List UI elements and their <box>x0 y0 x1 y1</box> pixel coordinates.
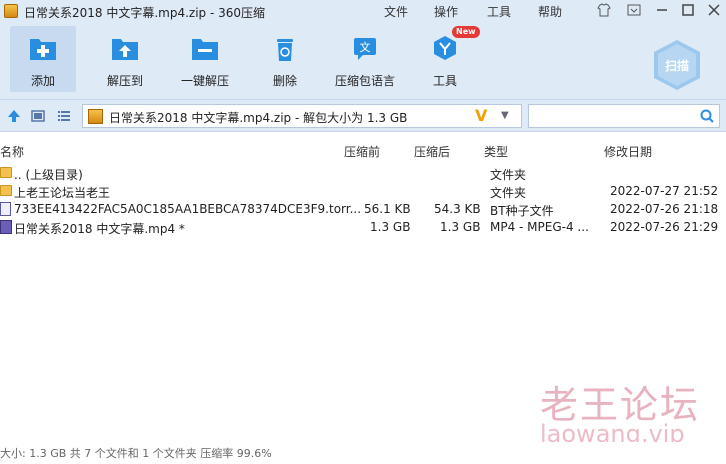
delete-button[interactable]: 删除 <box>252 26 318 92</box>
language-button[interactable]: 文 压缩包语言 <box>332 26 398 92</box>
search-icon[interactable] <box>699 108 715 124</box>
extract-to-button[interactable]: 解压到 <box>92 26 158 92</box>
extract-to-icon <box>112 39 138 60</box>
tools-button[interactable]: New 工具 <box>412 26 480 92</box>
file-size-before: 56.1 KB <box>364 202 411 216</box>
file-row[interactable]: 日常关系2018 中文字幕.mp4 * 1.3 GB 1.3 GB MP4 - … <box>0 218 726 236</box>
status-text: 大小: 1.3 GB 共 7 个文件和 1 个文件夹 压缩率 99.6% <box>0 447 272 460</box>
settings-icon[interactable] <box>626 3 642 19</box>
one-click-extract-button[interactable]: 一键解压 <box>172 26 238 92</box>
path-text: 日常关系2018 中文字幕.mp4.zip - 解包大小为 1.3 GB <box>109 111 408 125</box>
delete-label: 删除 <box>272 74 297 88</box>
file-row[interactable]: 733EE413422FAC5A0C185AA1BEBCA78374DCE3F9… <box>0 200 726 218</box>
list-view-icon[interactable] <box>56 108 72 124</box>
thumbnail-view-icon[interactable] <box>30 108 46 124</box>
folder-icon <box>0 167 12 178</box>
file-name: 上老王论坛当老王 <box>14 186 111 200</box>
up-arrow-icon[interactable] <box>6 108 22 124</box>
file-date: 2022-07-26 21:29 <box>610 220 719 234</box>
file-row[interactable]: 上老王论坛当老王 文件夹 2022-07-27 21:52 <box>0 182 726 200</box>
navigation-bar: 日常关系2018 中文字幕.mp4.zip - 解包大小为 1.3 GB V ▼ <box>0 100 726 132</box>
minimize-icon[interactable] <box>654 3 670 19</box>
header-name[interactable]: 名称 <box>0 143 24 160</box>
title-bar: 日常关系2018 中文字幕.mp4.zip - 360压缩 文件 操作 工具 帮… <box>0 0 726 22</box>
extract-to-label: 解压到 <box>106 74 143 88</box>
tools-label: 工具 <box>432 74 457 88</box>
toolbar: 添加 解压到 一键解压 删除 文 压缩包语言 New 工具 扫描 <box>0 22 726 100</box>
menu-operation[interactable]: 操作 <box>434 3 458 20</box>
v-icon[interactable]: V <box>475 106 487 125</box>
delete-icon <box>277 39 293 61</box>
header-type[interactable]: 类型 <box>484 143 508 160</box>
maximize-icon[interactable] <box>680 3 696 19</box>
file-name: .. (上级目录) <box>14 168 83 182</box>
torrent-file-icon <box>0 202 11 216</box>
file-size-after: 54.3 KB <box>434 202 481 216</box>
scan-label: 扫描 <box>664 59 689 73</box>
header-size-after[interactable]: 压缩后 <box>414 143 450 160</box>
file-size-after: 1.3 GB <box>440 220 481 234</box>
menu-file[interactable]: 文件 <box>384 3 408 20</box>
new-badge: New <box>452 26 480 38</box>
file-name: 日常关系2018 中文字幕.mp4 * <box>14 222 185 236</box>
file-type: MP4 - MPEG-4 ... <box>490 220 589 234</box>
window-title: 日常关系2018 中文字幕.mp4.zip - 360压缩 <box>24 6 266 20</box>
svg-text:文: 文 <box>360 40 371 54</box>
skin-icon[interactable] <box>596 3 612 19</box>
language-icon: 文 <box>354 38 376 60</box>
folder-icon <box>0 185 12 196</box>
close-icon[interactable] <box>706 3 722 19</box>
one-click-extract-icon <box>192 39 218 60</box>
file-date: 2022-07-27 21:52 <box>610 184 719 198</box>
file-type: 文件夹 <box>490 186 527 200</box>
scan-button[interactable]: 扫描 <box>650 38 704 92</box>
header-modified[interactable]: 修改日期 <box>604 143 652 160</box>
file-date: 2022-07-26 21:18 <box>610 202 719 216</box>
video-file-icon <box>0 220 12 234</box>
add-button[interactable]: 添加 <box>10 26 76 92</box>
path-field[interactable]: 日常关系2018 中文字幕.mp4.zip - 解包大小为 1.3 GB V ▼ <box>82 104 522 128</box>
file-type: BT种子文件 <box>490 204 554 218</box>
header-size-before[interactable]: 压缩前 <box>344 143 380 160</box>
menu-tools[interactable]: 工具 <box>487 3 511 20</box>
menu-help[interactable]: 帮助 <box>538 3 562 20</box>
tools-icon <box>434 36 456 60</box>
archive-icon <box>88 109 103 124</box>
file-size-before: 1.3 GB <box>370 220 411 234</box>
file-name: 733EE413422FAC5A0C185AA1BEBCA78374DCE3F9… <box>14 202 362 216</box>
file-row[interactable]: .. (上级目录) 文件夹 <box>0 164 726 182</box>
language-label: 压缩包语言 <box>334 74 395 88</box>
dropdown-icon[interactable]: ▼ <box>501 110 509 121</box>
app-icon <box>4 4 18 18</box>
column-headers: 名称 压缩前 压缩后 类型 修改日期 <box>0 140 726 160</box>
add-icon <box>30 39 56 60</box>
one-click-extract-label: 一键解压 <box>180 74 229 88</box>
search-input[interactable] <box>528 104 720 128</box>
file-type: 文件夹 <box>490 168 527 182</box>
add-label: 添加 <box>30 74 55 88</box>
status-bar: 大小: 1.3 GB 共 7 个文件和 1 个文件夹 压缩率 99.6% <box>0 442 726 464</box>
